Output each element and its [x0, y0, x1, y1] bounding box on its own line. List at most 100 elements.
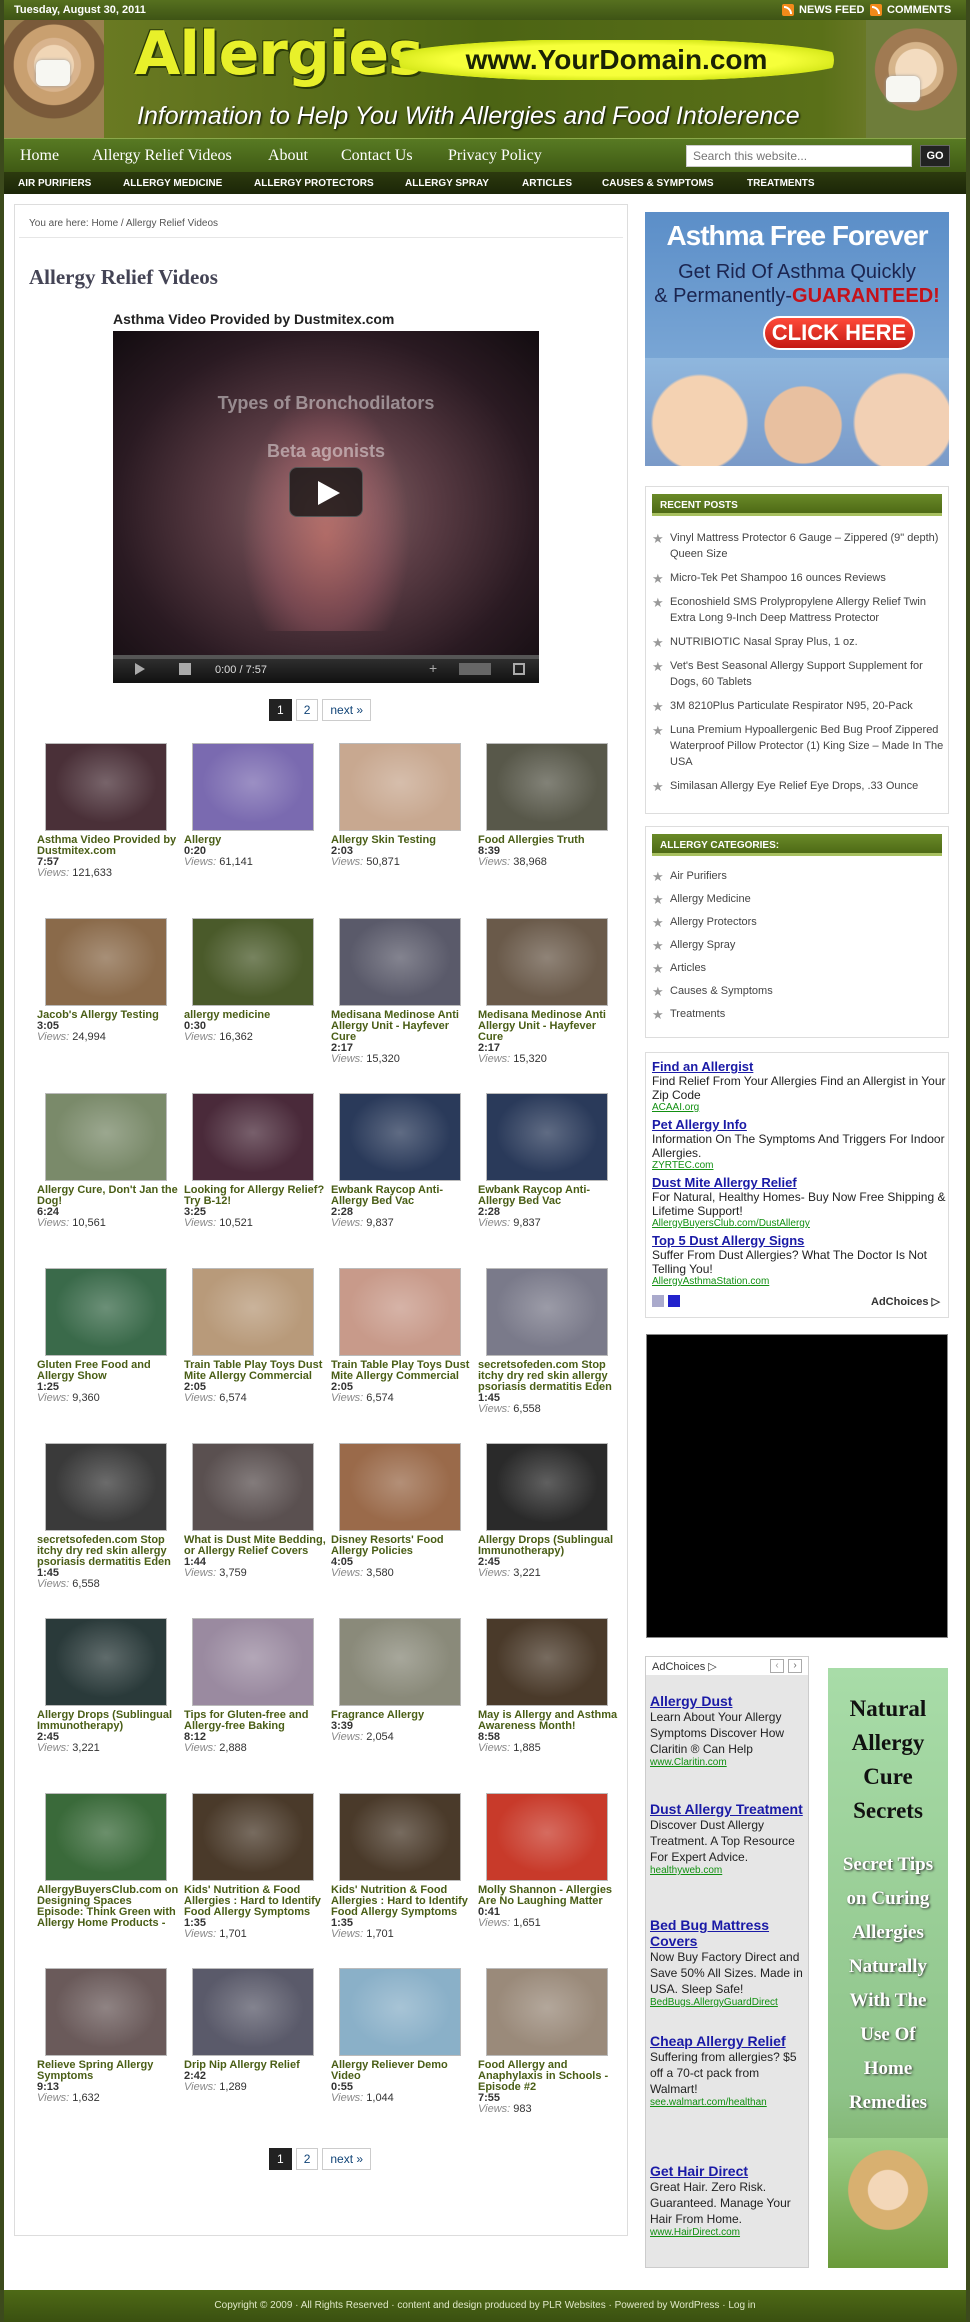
adchoices-label[interactable]: AdChoices ▷	[652, 1660, 717, 1673]
video-title-link[interactable]: Ewbank Raycop Anti-Allergy Bed Vac	[331, 1185, 473, 1207]
video-title-link[interactable]: Allergy Drops (Sublingual Immunotherapy)	[478, 1535, 620, 1557]
subnav-allergy-medicine[interactable]: ALLERGY MEDICINE	[123, 178, 222, 189]
recent-post-item[interactable]: ★ Vinyl Mattress Protector 6 Gauge – Zipp…	[652, 530, 948, 562]
ad-title[interactable]: Top 5 Dust Allergy Signs	[652, 1233, 946, 1248]
video-thumbnail[interactable]	[339, 1968, 461, 2056]
category-link[interactable]: Allergy Medicine	[670, 893, 751, 905]
video-thumbnail[interactable]	[339, 1618, 461, 1706]
video-title-link[interactable]: Food Allergy and Anaphylaxis in Schools …	[478, 2060, 620, 2093]
next-ad-arrow-icon[interactable]	[668, 1295, 680, 1307]
video-screen[interactable]: Types of Bronchodilators Beta agonists	[113, 331, 539, 655]
video-thumbnail[interactable]	[45, 1268, 167, 1356]
video-thumbnail[interactable]	[45, 743, 167, 831]
video-thumbnail[interactable]	[192, 1443, 314, 1531]
ad-title[interactable]: Dust Allergy Treatment	[650, 1801, 804, 1817]
click-here-button[interactable]: CLICK HERE	[763, 316, 915, 350]
recent-post-link[interactable]: Vinyl Mattress Protector 6 Gauge – Zippe…	[670, 532, 938, 560]
natural-allergy-cure-ad[interactable]: Natural Allergy Cure Secrets Secret Tips on …	[828, 1668, 948, 2268]
narrow-text-ad[interactable]: Get Hair Direct Great Hair. Zero Risk. Gu…	[650, 2163, 804, 2238]
video-thumbnail[interactable]	[192, 918, 314, 1006]
video-title-link[interactable]: Disney Resorts' Food Allergy Policies	[331, 1535, 473, 1557]
text-ad[interactable]: Top 5 Dust Allergy Signs Suffer From Dust…	[652, 1233, 946, 1287]
video-title-link[interactable]: Relieve Spring Allergy Symptoms	[37, 2060, 179, 2082]
site-logo[interactable]: Allergies	[134, 24, 424, 84]
video-title-link[interactable]: Tips for Gluten-free and Allergy-free Ba…	[184, 1710, 326, 1732]
narrow-text-ad[interactable]: Allergy Dust Learn About Your Allergy Sym…	[650, 1693, 804, 1768]
comments-feed-link[interactable]: COMMENTS	[870, 4, 951, 16]
nav-about[interactable]: About	[268, 147, 308, 165]
volume-icon[interactable]	[179, 663, 191, 675]
recent-post-link[interactable]: NUTRIBIOTIC Nasal Spray Plus, 1 oz.	[670, 636, 858, 648]
nav-contact-us[interactable]: Contact Us	[341, 147, 413, 165]
progress-bar[interactable]	[113, 655, 539, 659]
nav-allergy-relief-videos[interactable]: Allergy Relief Videos	[92, 147, 232, 165]
video-thumbnail[interactable]	[339, 1443, 461, 1531]
asthma-free-ad[interactable]: Asthma Free Forever Get Rid Of Asthma Qu…	[645, 212, 949, 466]
narrow-text-ad[interactable]: Cheap Allergy Relief Suffering from aller…	[650, 2033, 804, 2108]
recent-post-link[interactable]: 3M 8210Plus Particulate Respirator N95, …	[670, 700, 913, 712]
recent-post-item[interactable]: ★ NUTRIBIOTIC Nasal Spray Plus, 1 oz.	[652, 634, 948, 650]
category-item[interactable]: ★ Allergy Medicine	[652, 891, 948, 907]
recent-post-link[interactable]: Similasan Allergy Eye Relief Eye Drops, …	[670, 780, 918, 792]
breadcrumb[interactable]: You are here: Home / Allergy Relief Vide…	[29, 218, 218, 229]
category-item[interactable]: ★ Treatments	[652, 1006, 948, 1022]
text-ad[interactable]: Find an Allergist Find Relief From Your A…	[652, 1059, 946, 1113]
category-item[interactable]: ★ Allergy Spray	[652, 937, 948, 953]
video-title-link[interactable]: Kids' Nutrition & Food Allergies : Hard …	[184, 1885, 326, 1918]
video-thumbnail[interactable]	[486, 1793, 608, 1881]
video-thumbnail[interactable]	[486, 918, 608, 1006]
video-thumbnail[interactable]	[192, 743, 314, 831]
next-page[interactable]: next »	[322, 2148, 372, 2170]
ad-title[interactable]: Cheap Allergy Relief	[650, 2033, 804, 2049]
narrow-text-ad[interactable]: Bed Bug Mattress Covers Now Buy Factory D…	[650, 1917, 804, 2008]
ad-url[interactable]: ACAAI.org	[652, 1102, 946, 1113]
video-thumbnail[interactable]	[45, 918, 167, 1006]
video-thumbnail[interactable]	[192, 1618, 314, 1706]
recent-post-link[interactable]: Vet's Best Seasonal Allergy Support Supp…	[670, 660, 923, 688]
subnav-allergy-protectors[interactable]: ALLERGY PROTECTORS	[254, 178, 374, 189]
video-title-link[interactable]: Allergy Cure, Don't Jan the Dog!	[37, 1185, 179, 1207]
video-title-link[interactable]: Train Table Play Toys Dust Mite Allergy …	[184, 1360, 326, 1382]
category-item[interactable]: ★ Articles	[652, 960, 948, 976]
recent-post-link[interactable]: Micro-Tek Pet Shampoo 16 ounces Reviews	[670, 572, 886, 584]
ad-url[interactable]: BedBugs.AllergyGuardDirect	[650, 1997, 804, 2008]
video-player[interactable]: Types of Bronchodilators Beta agonists 0…	[113, 331, 539, 683]
video-thumbnail[interactable]	[486, 743, 608, 831]
text-ad[interactable]: Pet Allergy Info Information On The Sympt…	[652, 1117, 946, 1171]
next-arrow-icon[interactable]: ›	[788, 1659, 802, 1673]
video-title-link[interactable]: Medisana Medinose Anti Allergy Unit - Ha…	[478, 1010, 620, 1043]
recent-post-item[interactable]: ★ Micro-Tek Pet Shampoo 16 ounces Reviews	[652, 570, 948, 586]
category-link[interactable]: Allergy Protectors	[670, 916, 757, 928]
video-thumbnail[interactable]	[45, 1793, 167, 1881]
category-link[interactable]: Air Purifiers	[670, 870, 727, 882]
category-link[interactable]: Treatments	[670, 1008, 725, 1020]
youtube-logo-icon[interactable]	[459, 663, 491, 675]
video-thumbnail[interactable]	[192, 1093, 314, 1181]
search-go-button[interactable]: GO	[920, 145, 950, 167]
video-ad-placeholder[interactable]	[646, 1334, 948, 1638]
video-thumbnail[interactable]	[486, 1093, 608, 1181]
recent-post-item[interactable]: ★ Econoshield SMS Prolypropylene Allergy …	[652, 594, 948, 626]
ad-url[interactable]: AllergyAsthmaStation.com	[652, 1276, 946, 1287]
nav-privacy-policy[interactable]: Privacy Policy	[448, 147, 542, 165]
recent-post-item[interactable]: ★ Vet's Best Seasonal Allergy Support Sup…	[652, 658, 948, 690]
video-thumbnail[interactable]	[192, 1268, 314, 1356]
recent-post-item[interactable]: ★ Similasan Allergy Eye Relief Eye Drops,…	[652, 778, 948, 794]
video-title-link[interactable]: Allergy Reliever Demo Video	[331, 2060, 473, 2082]
video-title-link[interactable]: Train Table Play Toys Dust Mite Allergy …	[331, 1360, 473, 1382]
video-title-link[interactable]: secretsofeden.com Stop itchy dry red ski…	[478, 1360, 620, 1393]
page-2[interactable]: 2	[295, 2148, 319, 2170]
prev-arrow-icon[interactable]: ‹	[770, 1659, 784, 1673]
category-link[interactable]: Allergy Spray	[670, 939, 735, 951]
text-ad[interactable]: Dust Mite Allergy Relief For Natural, Hea…	[652, 1175, 946, 1229]
ad-title[interactable]: Pet Allergy Info	[652, 1117, 946, 1132]
plus-icon[interactable]: +	[429, 660, 439, 676]
ad-url[interactable]: ZYRTEC.com	[652, 1160, 946, 1171]
category-item[interactable]: ★ Air Purifiers	[652, 868, 948, 884]
video-thumbnail[interactable]	[192, 1793, 314, 1881]
narrow-text-ad[interactable]: Dust Allergy Treatment Discover Dust Alle…	[650, 1801, 804, 1876]
video-thumbnail[interactable]	[486, 1268, 608, 1356]
video-title-link[interactable]: Kids' Nutrition & Food Allergies : Hard …	[331, 1885, 473, 1918]
ad-url[interactable]: AllergyBuyersClub.com/DustAllergy	[652, 1218, 946, 1229]
video-thumbnail[interactable]	[486, 1443, 608, 1531]
